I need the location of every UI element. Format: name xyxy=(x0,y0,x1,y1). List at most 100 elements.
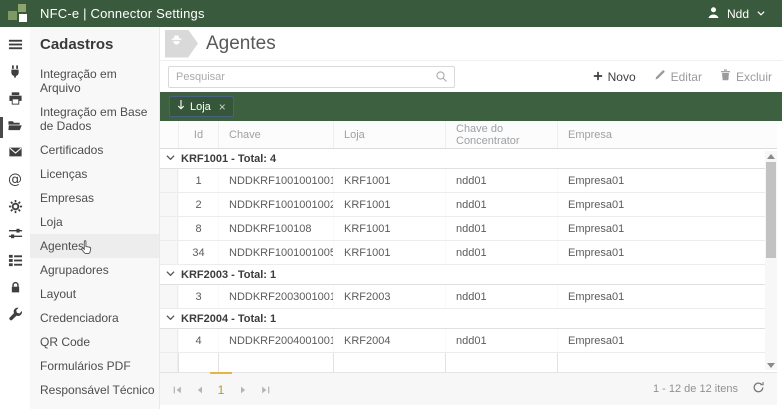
empty-cell xyxy=(557,353,765,372)
table-row[interactable]: 3NDDKRF2003001001KRF2003ndd01Empresa01 xyxy=(160,285,765,309)
sidebar-item-integracao-em-base-de-dados[interactable]: Integração em Base de Dados xyxy=(30,100,159,138)
group-row[interactable]: KRF2003 - Total: 1 xyxy=(160,265,765,285)
arrow-down-icon xyxy=(177,100,185,114)
cell-chave: NDDKRF1001001005 xyxy=(218,241,333,264)
cell-chave: NDDKRF100108 xyxy=(218,217,333,240)
delete-button[interactable]: Excluir xyxy=(720,69,772,84)
chevron-down-icon xyxy=(756,7,766,21)
page-number[interactable]: 1 xyxy=(210,372,232,405)
collapse-chevron-icon[interactable] xyxy=(166,269,175,281)
new-button[interactable]: Novo xyxy=(593,70,636,84)
sidebar-item-agentes[interactable]: Agentes xyxy=(30,234,159,258)
cell-chave-do-concentrator: ndd01 xyxy=(445,169,557,192)
column-header-chave-do-concentrator[interactable]: Chave do Concentrator xyxy=(445,121,557,148)
table-row[interactable]: 2NDDKRF1001001002KRF1001ndd01Empresa01 xyxy=(160,193,765,217)
user-menu[interactable]: Ndd xyxy=(707,6,766,22)
prev-page-button[interactable] xyxy=(188,372,210,405)
toolbar: Novo Editar Excluir xyxy=(160,61,782,92)
vertical-scrollbar[interactable] xyxy=(765,151,777,370)
group-row[interactable]: KRF2004 - Total: 1 xyxy=(160,309,765,329)
rail-item-list[interactable] xyxy=(0,249,30,276)
sidebar-item-qr-code[interactable]: QR Code xyxy=(30,330,159,354)
group-indent-cell xyxy=(160,193,178,216)
search-icon[interactable] xyxy=(435,70,448,83)
plus-icon xyxy=(593,70,603,84)
gear-icon xyxy=(8,199,23,219)
cell-empresa: Empresa01 xyxy=(557,329,765,352)
scroll-up-icon[interactable] xyxy=(765,151,777,161)
cell-loja: KRF1001 xyxy=(333,241,445,264)
sidebar-item-integracao-em-arquivo[interactable]: Integração em Arquivo xyxy=(30,62,159,100)
sidebar: Cadastros Integração em ArquivoIntegraçã… xyxy=(30,27,160,409)
ndd-logo-icon xyxy=(8,4,29,23)
cell-id: 1 xyxy=(178,169,218,192)
collapse-chevron-icon[interactable] xyxy=(166,313,175,325)
wrench-icon xyxy=(8,307,23,327)
app-title: NFC-e | Connector Settings xyxy=(40,6,205,21)
group-indent-cell xyxy=(160,329,178,352)
data-grid: IdChaveLojaChave do ConcentratorEmpresa … xyxy=(160,121,777,372)
search-box xyxy=(168,66,455,88)
group-chip-loja[interactable]: Loja × xyxy=(169,96,234,117)
plug-icon xyxy=(8,64,22,84)
close-icon[interactable]: × xyxy=(219,101,226,113)
user-icon xyxy=(707,6,720,22)
sidebar-item-formularios-pdf[interactable]: Formulários PDF xyxy=(30,354,159,378)
rail-item-envelope[interactable] xyxy=(0,141,30,168)
search-input[interactable] xyxy=(169,71,435,83)
cell-chave-do-concentrator: ndd01 xyxy=(445,329,557,352)
cell-chave-do-concentrator: ndd01 xyxy=(445,241,557,264)
cell-chave-do-concentrator: ndd01 xyxy=(445,217,557,240)
column-header-id[interactable]: Id xyxy=(178,121,218,148)
menu-icon xyxy=(8,37,23,57)
sidebar-item-emitente[interactable]: Emitente xyxy=(30,402,159,409)
trash-icon xyxy=(720,69,731,84)
rail-item-folder-open[interactable] xyxy=(0,114,30,141)
rail-item-plug[interactable] xyxy=(0,60,30,87)
main-content: Agentes Novo xyxy=(160,27,782,409)
table-row[interactable]: 4NDDKRF2004001001KRF2004ndd01Empresa01 xyxy=(160,329,765,353)
edit-button[interactable]: Editar xyxy=(654,69,702,84)
group-indent-cell xyxy=(160,241,178,264)
group-row[interactable]: KRF1001 - Total: 4 xyxy=(160,149,765,169)
sidebar-item-loja[interactable]: Loja xyxy=(30,210,159,234)
cell-loja: KRF1001 xyxy=(333,193,445,216)
group-indent-cell xyxy=(160,285,178,308)
column-header-loja[interactable]: Loja xyxy=(333,121,445,148)
rail-item-menu[interactable] xyxy=(0,33,30,60)
rail-item-gear[interactable] xyxy=(0,195,30,222)
cell-chave: NDDKRF1001001001 xyxy=(218,169,333,192)
sidebar-item-responsavel-tecnico[interactable]: Responsável Técnico xyxy=(30,378,159,402)
rail-item-wrench[interactable] xyxy=(0,303,30,330)
group-indent-cell xyxy=(160,353,178,372)
next-page-button[interactable] xyxy=(232,372,254,405)
sidebar-item-licencas[interactable]: Licenças xyxy=(30,162,159,186)
last-page-button[interactable] xyxy=(254,372,276,405)
rail-item-at-sign[interactable]: @ xyxy=(0,168,30,195)
sidebar-item-empresas[interactable]: Empresas xyxy=(30,186,159,210)
cell-id: 34 xyxy=(178,241,218,264)
at-sign-icon: @ xyxy=(7,171,23,192)
sidebar-item-certificados[interactable]: Certificados xyxy=(30,138,159,162)
collapse-chevron-icon[interactable] xyxy=(166,153,175,165)
sidebar-item-credenciadora[interactable]: Credenciadora xyxy=(30,306,159,330)
svg-text:@: @ xyxy=(8,172,22,188)
refresh-icon[interactable] xyxy=(752,381,765,397)
sidebar-item-layout[interactable]: Layout xyxy=(30,282,159,306)
scroll-down-icon[interactable] xyxy=(765,360,777,370)
rail-item-printer[interactable] xyxy=(0,87,30,114)
user-label: Ndd xyxy=(727,7,749,21)
sidebar-item-agrupadores[interactable]: Agrupadores xyxy=(30,258,159,282)
table-row[interactable]: 8NDDKRF100108KRF1001ndd01Empresa01 xyxy=(160,217,765,241)
cell-loja: KRF1001 xyxy=(333,169,445,192)
top-bar: NFC-e | Connector Settings Ndd xyxy=(0,0,782,27)
scrollbar-thumb[interactable] xyxy=(766,162,776,258)
table-row[interactable]: 34NDDKRF1001001005KRF1001ndd01Empresa01 xyxy=(160,241,765,265)
rail-item-sliders[interactable] xyxy=(0,222,30,249)
rail-item-lock[interactable] xyxy=(0,276,30,303)
first-page-button[interactable] xyxy=(166,372,188,405)
column-header-empresa[interactable]: Empresa xyxy=(557,121,777,148)
table-row[interactable]: 1NDDKRF1001001001KRF1001ndd01Empresa01 xyxy=(160,169,765,193)
column-header-chave[interactable]: Chave xyxy=(218,121,333,148)
grid-header: IdChaveLojaChave do ConcentratorEmpresa xyxy=(160,121,777,149)
